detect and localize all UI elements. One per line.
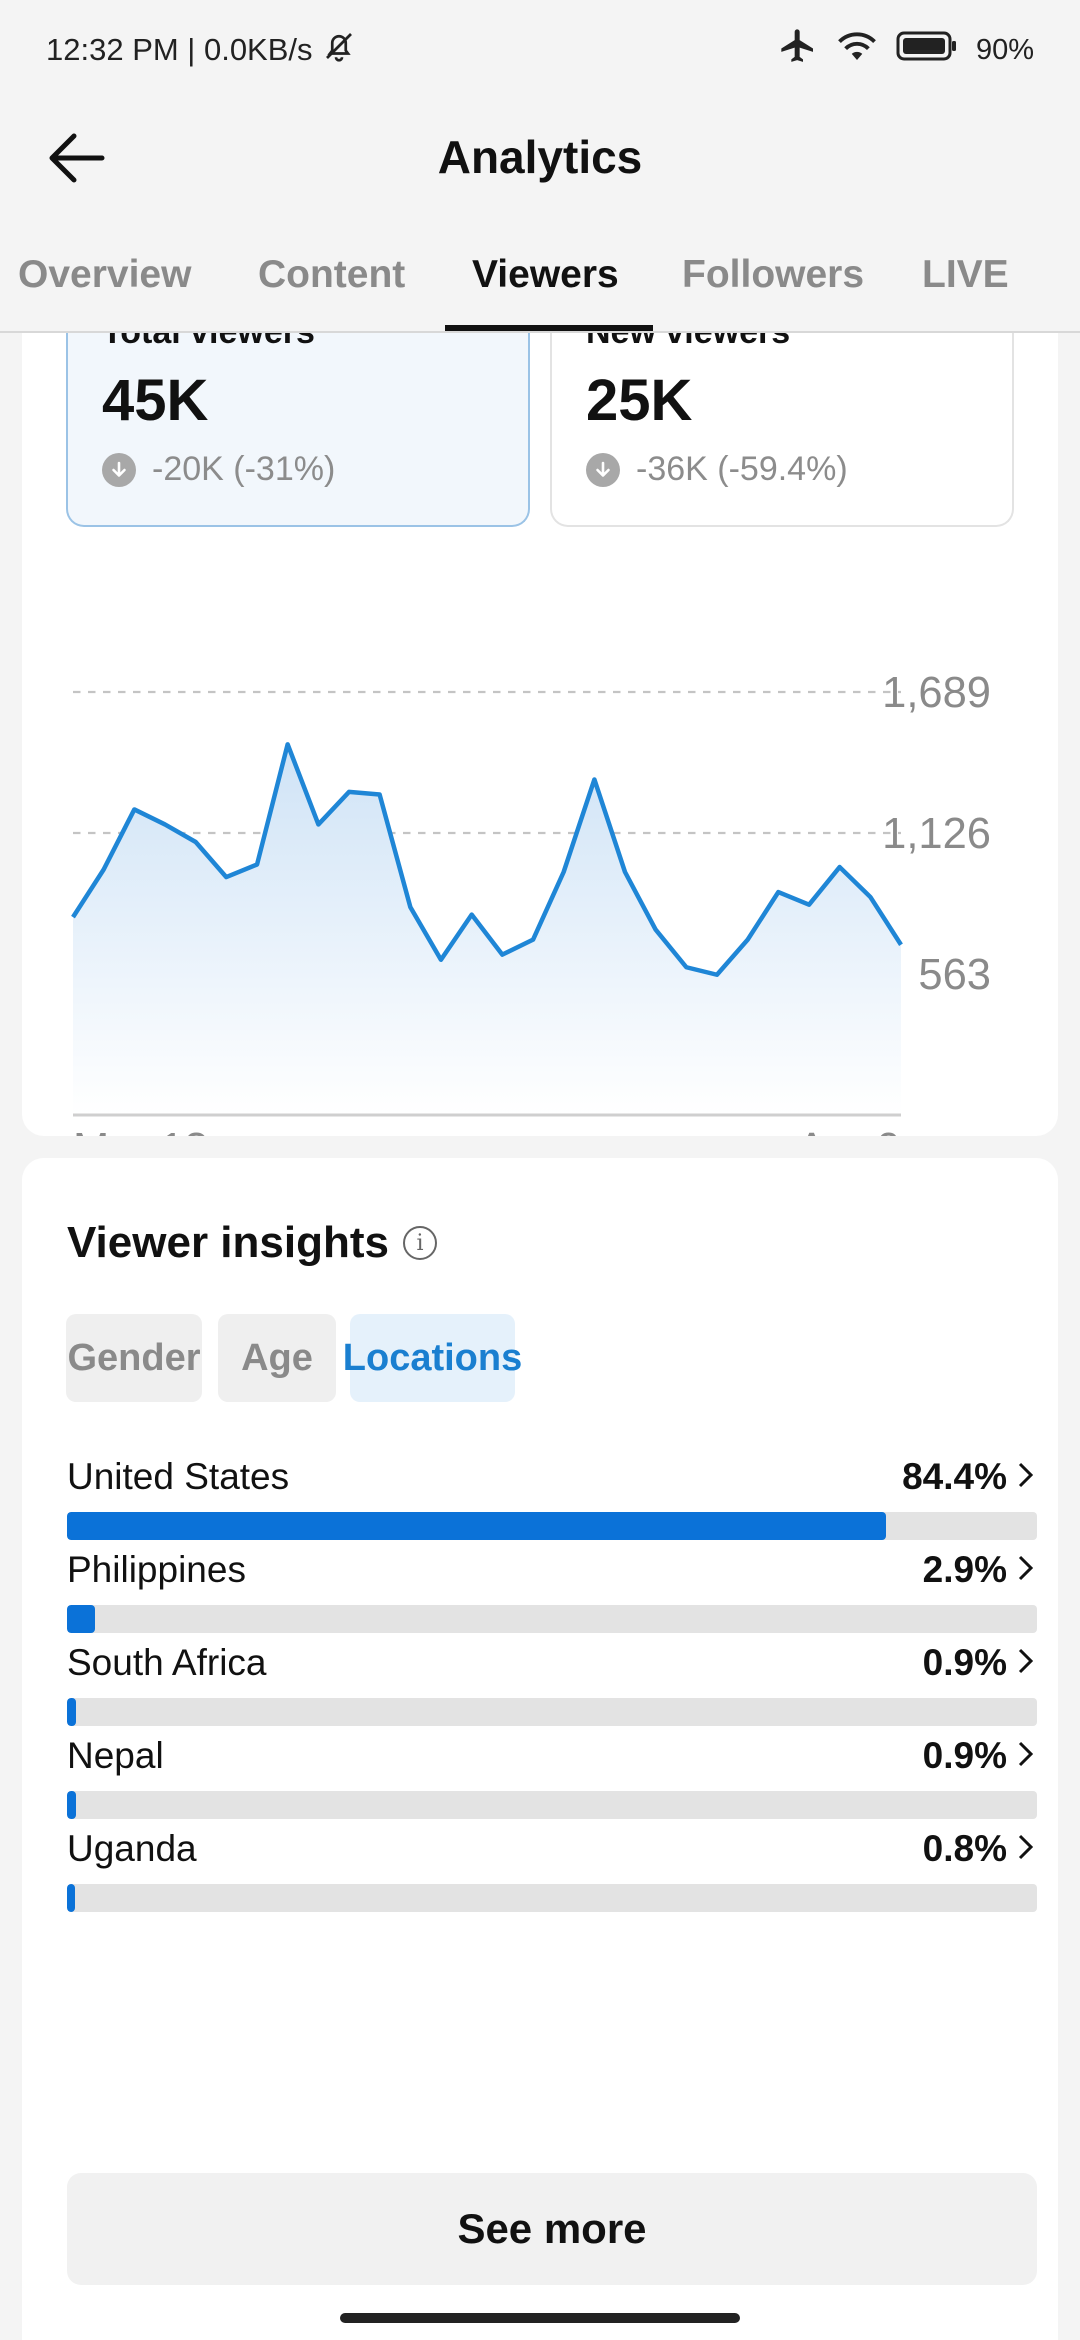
chevron-right-icon: [1018, 1741, 1034, 1767]
active-tab-indicator: [445, 325, 653, 331]
location-row[interactable]: Nepal 0.9%: [67, 1735, 1037, 1835]
location-bar-track: [67, 1512, 1037, 1540]
chevron-right-icon: [1018, 1555, 1034, 1581]
location-bar-fill: [67, 1884, 75, 1912]
see-more-button[interactable]: See more: [67, 2173, 1037, 2285]
location-percent: 0.8%: [922, 1828, 1007, 1869]
tab-content[interactable]: Content: [258, 253, 405, 297]
location-bar-fill: [67, 1605, 96, 1633]
viewers-chart-card: Total viewers 45K -20K (-31%) New viewer…: [22, 333, 1058, 1136]
info-icon[interactable]: i: [402, 1226, 437, 1260]
y-tick-label: 1,689: [882, 669, 991, 717]
tab-followers[interactable]: Followers: [682, 253, 864, 297]
y-tick-label: 1,126: [882, 810, 991, 858]
location-bar-fill: [67, 1698, 76, 1726]
segment-locations[interactable]: Locations: [343, 1314, 522, 1402]
location-percent: 2.9%: [922, 1549, 1007, 1590]
chart-area-fill: [73, 744, 901, 1115]
status-right: 90%: [778, 26, 1034, 74]
tab-viewers[interactable]: Viewers: [472, 253, 619, 297]
location-percent: 0.9%: [922, 1735, 1007, 1776]
x-tick-label: Mar 13: [73, 1125, 208, 1136]
location-bar-track: [67, 1698, 1037, 1726]
location-name: Nepal: [67, 1735, 164, 1776]
battery-icon: [896, 30, 958, 70]
page-title: Analytics: [437, 131, 643, 183]
location-bar-track: [67, 1605, 1037, 1633]
chevron-right-icon: [1018, 1834, 1034, 1860]
tab-live[interactable]: LIVE: [922, 253, 1009, 297]
location-percent: 84.4%: [902, 1456, 1007, 1497]
tab-overview[interactable]: Overview: [18, 253, 191, 297]
insights-title: Viewer insights: [67, 1218, 389, 1267]
chevron-right-icon: [1018, 1648, 1034, 1674]
insights-header: Viewer insights i: [67, 1218, 437, 1268]
location-row[interactable]: Uganda 0.8%: [67, 1828, 1037, 1928]
y-tick-label: 563: [918, 951, 991, 999]
segment-age[interactable]: Age: [218, 1314, 336, 1402]
location-bar-track: [67, 1884, 1037, 1912]
viewers-line-chart: 1,689 1,126 563 Mar 13 Apr 9: [71, 669, 991, 1136]
location-name: Philippines: [67, 1549, 246, 1590]
viewer-insights-card: Viewer insights i Gender Age Locations U…: [22, 1158, 1058, 2340]
wifi-icon: [836, 28, 878, 72]
location-row[interactable]: South Africa 0.9%: [67, 1642, 1037, 1742]
tab-bar: Overview Content Viewers Followers LIVE: [0, 235, 1080, 333]
location-name: Uganda: [67, 1828, 197, 1869]
chevron-right-icon: [1018, 1462, 1034, 1488]
location-bar-track: [67, 1791, 1037, 1819]
location-percent: 0.9%: [922, 1642, 1007, 1683]
header: Analytics: [0, 100, 1080, 210]
location-bar-fill: [67, 1791, 76, 1819]
segment-gender[interactable]: Gender: [66, 1314, 202, 1402]
bell-muted-icon: [321, 28, 357, 72]
location-name: South Africa: [67, 1642, 267, 1683]
status-left: 12:32 PM | 0.0KB/s: [46, 28, 357, 72]
status-bar: 12:32 PM | 0.0KB/s 90%: [0, 0, 1080, 100]
location-bar-fill: [67, 1512, 886, 1540]
location-name: United States: [67, 1456, 290, 1497]
airplane-icon: [778, 26, 818, 74]
location-row[interactable]: Philippines 2.9%: [67, 1549, 1037, 1649]
status-time-speed: 12:32 PM | 0.0KB/s: [46, 32, 313, 67]
battery-percent: 90%: [975, 33, 1034, 66]
location-row[interactable]: United States 84.4%: [67, 1456, 1037, 1556]
x-tick-label: Apr 9: [797, 1125, 901, 1136]
home-indicator[interactable]: [340, 2313, 740, 2323]
